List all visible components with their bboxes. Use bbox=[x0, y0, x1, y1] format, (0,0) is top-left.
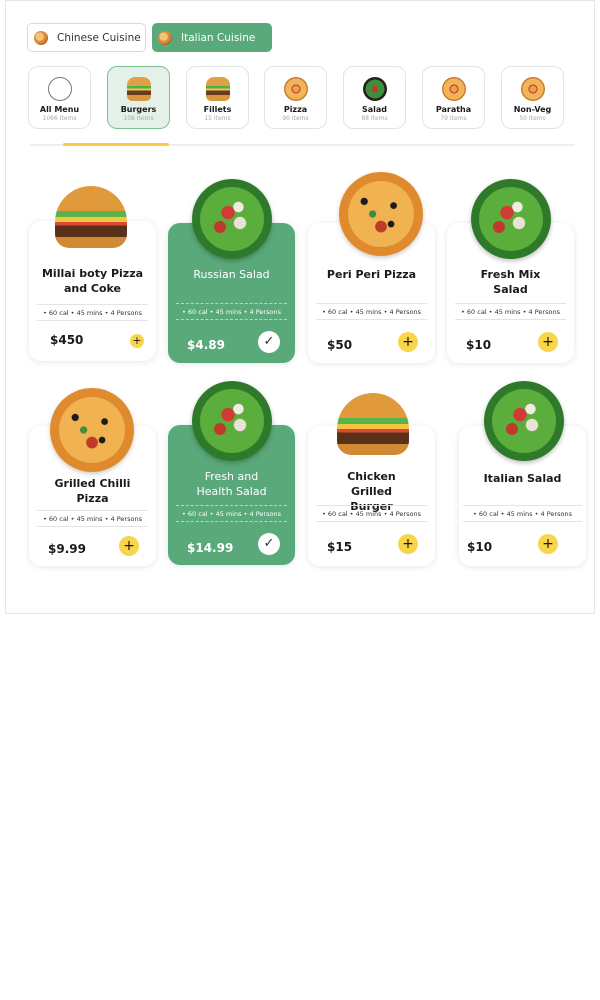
salad-icon bbox=[362, 77, 387, 101]
salad-image bbox=[192, 179, 272, 259]
product-price: $10 bbox=[467, 540, 493, 554]
pizza-icon bbox=[441, 77, 466, 101]
category-name: Pizza bbox=[283, 105, 308, 114]
product-meta: • 60 cal • 45 mins • 4 Persons bbox=[176, 505, 287, 522]
plate-icon bbox=[47, 77, 72, 101]
cuisine-food-icon bbox=[34, 30, 48, 45]
add-to-cart-button[interactable]: + bbox=[398, 534, 418, 554]
category-name: Non-Veg bbox=[513, 105, 552, 114]
add-to-cart-button[interactable]: + bbox=[538, 332, 558, 352]
product-meta: • 60 cal • 45 mins • 4 Persons bbox=[455, 303, 566, 320]
product-price: $15 bbox=[327, 540, 353, 554]
category-count: 79 Items bbox=[440, 115, 467, 122]
salad-image bbox=[484, 381, 564, 461]
category-count: 50 Items bbox=[519, 115, 546, 122]
add-to-cart-button[interactable]: + bbox=[398, 332, 418, 352]
add-to-cart-button[interactable]: + bbox=[119, 536, 139, 556]
category-all-menu[interactable]: All Menu 1066 Items bbox=[28, 66, 91, 129]
product-meta: • 60 cal • 45 mins • 4 Persons bbox=[37, 510, 148, 527]
product-price: $4.89 bbox=[187, 338, 225, 352]
product-name: Millai boty Pizza and Coke bbox=[41, 267, 144, 295]
category-burgers[interactable]: Burgers 108 Items bbox=[107, 66, 170, 129]
burger-icon bbox=[205, 77, 230, 101]
category-count: 88 Items bbox=[361, 115, 388, 122]
product-name: Fresh and Health Salad bbox=[196, 470, 267, 498]
category-pizza[interactable]: Pizza 90 Items bbox=[264, 66, 327, 129]
add-to-cart-button[interactable]: + bbox=[538, 534, 558, 554]
burger-image bbox=[55, 186, 127, 248]
pizza-image bbox=[50, 388, 134, 472]
salad-image bbox=[471, 179, 551, 259]
category-name: Paratha bbox=[435, 105, 472, 114]
pizza-icon bbox=[283, 77, 308, 101]
category-count: 90 Items bbox=[282, 115, 309, 122]
category-count: 15 Items bbox=[204, 115, 231, 122]
product-meta: • 60 cal • 45 mins • 4 Persons bbox=[316, 505, 427, 522]
category-count: 1066 Items bbox=[42, 115, 77, 122]
category-fillets[interactable]: Fillets 15 Items bbox=[186, 66, 249, 129]
product-name: Fresh Mix Salad bbox=[480, 268, 541, 296]
product-price: $14.99 bbox=[187, 541, 234, 555]
cuisine-food-icon bbox=[158, 30, 172, 45]
category-name: Burgers bbox=[120, 105, 157, 114]
product-meta: • 60 cal • 45 mins • 4 Persons bbox=[176, 303, 287, 320]
product-name: Italian Salad bbox=[483, 472, 562, 485]
category-paratha[interactable]: Paratha 79 Items bbox=[422, 66, 485, 129]
burger-icon bbox=[126, 77, 151, 101]
selected-check-button[interactable]: ✓ bbox=[258, 533, 280, 555]
italian-cuisine-tab[interactable]: Italian Cuisine bbox=[152, 23, 272, 52]
salad-image bbox=[192, 381, 272, 461]
product-name: Russian Salad bbox=[193, 268, 270, 281]
product-meta: • 60 cal • 45 mins • 4 Persons bbox=[37, 304, 148, 321]
product-price: $450 bbox=[50, 333, 84, 347]
product-price: $10 bbox=[466, 338, 492, 352]
category-non-veg[interactable]: Non-Veg 50 Items bbox=[501, 66, 564, 129]
burger-image bbox=[337, 393, 409, 455]
pizza-icon bbox=[520, 77, 545, 101]
product-name: Peri Peri Pizza bbox=[326, 268, 417, 281]
category-count: 108 Items bbox=[123, 115, 154, 122]
chinese-cuisine-tab[interactable]: Chinese Cuisine bbox=[27, 23, 146, 52]
cuisine-label: Chinese Cuisine bbox=[57, 31, 141, 44]
category-name: All Menu bbox=[39, 105, 80, 114]
product-meta: • 60 cal • 45 mins • 4 Persons bbox=[463, 505, 582, 522]
add-to-cart-button[interactable]: + bbox=[130, 334, 144, 348]
cuisine-label: Italian Cuisine bbox=[181, 31, 256, 44]
product-name: Grilled Chilli Pizza bbox=[54, 477, 131, 505]
product-price: $50 bbox=[327, 338, 353, 352]
pizza-image bbox=[339, 172, 423, 256]
category-active-indicator bbox=[63, 143, 169, 146]
category-salad[interactable]: Salad 88 Items bbox=[343, 66, 406, 129]
category-name: Salad bbox=[361, 105, 388, 114]
category-name: Fillets bbox=[203, 105, 232, 114]
selected-check-button[interactable]: ✓ bbox=[258, 331, 280, 353]
product-price: $9.99 bbox=[48, 542, 86, 556]
product-meta: • 60 cal • 45 mins • 4 Persons bbox=[316, 303, 427, 320]
